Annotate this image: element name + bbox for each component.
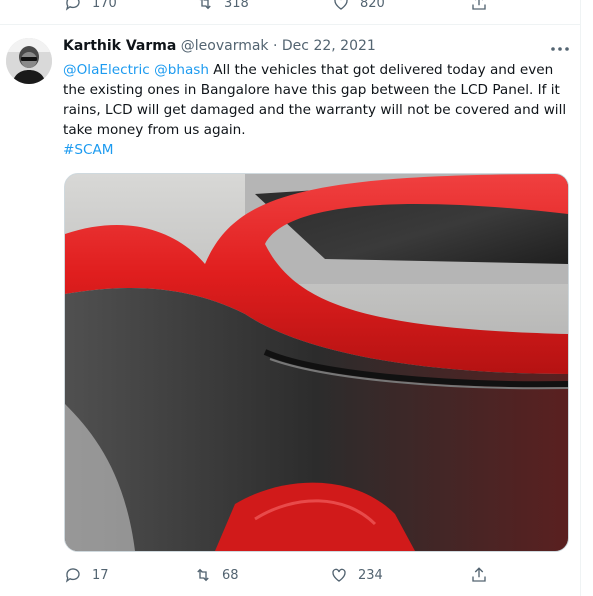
author-handle[interactable]: @leovarmak — [181, 38, 269, 54]
reply-action[interactable]: 17 — [64, 566, 109, 584]
prev-retweet-action[interactable]: 318 — [196, 0, 249, 12]
retweet-count: 68 — [222, 567, 239, 583]
reply-icon — [65, 568, 80, 583]
author-name[interactable]: Karthik Varma — [63, 38, 176, 54]
tweet-photo[interactable] — [64, 173, 569, 552]
retweet-icon — [197, 568, 209, 582]
header-separator: · — [273, 38, 278, 54]
avatar[interactable] — [6, 38, 52, 84]
share-icon — [472, 0, 486, 10]
more-icon[interactable] — [549, 44, 571, 54]
mention-olaelectric[interactable]: @OlaElectric — [63, 62, 150, 78]
share-icon — [472, 567, 486, 582]
mention-bhash[interactable]: @bhash — [154, 62, 209, 78]
reply-icon — [65, 0, 80, 11]
prev-reply-action[interactable]: 170 — [64, 0, 117, 12]
hashtag-scam[interactable]: #SCAM — [63, 142, 114, 158]
retweet-action[interactable]: 68 — [194, 566, 239, 584]
tweet-date[interactable]: Dec 22, 2021 — [282, 38, 376, 54]
tweet-header: Karthik Varma @leovarmak · Dec 22, 2021 — [63, 38, 376, 54]
prev-reply-count: 170 — [92, 0, 117, 11]
heart-icon — [334, 0, 348, 10]
tweet-timeline: 170 318 820 Karthik Varma @leovarmak · D… — [0, 0, 581, 596]
heart-icon — [332, 568, 346, 582]
prev-like-count: 820 — [360, 0, 385, 11]
share-action[interactable] — [470, 566, 488, 584]
prev-like-action[interactable]: 820 — [332, 0, 385, 12]
like-count: 234 — [358, 567, 383, 583]
prev-retweet-count: 318 — [224, 0, 249, 11]
tweet-text: @OlaElectric @bhash All the vehicles tha… — [63, 60, 573, 160]
reply-count: 17 — [92, 567, 109, 583]
prev-share-action[interactable] — [470, 0, 488, 12]
tweet-divider — [0, 24, 580, 25]
retweet-icon — [199, 0, 211, 10]
like-action[interactable]: 234 — [330, 566, 383, 584]
